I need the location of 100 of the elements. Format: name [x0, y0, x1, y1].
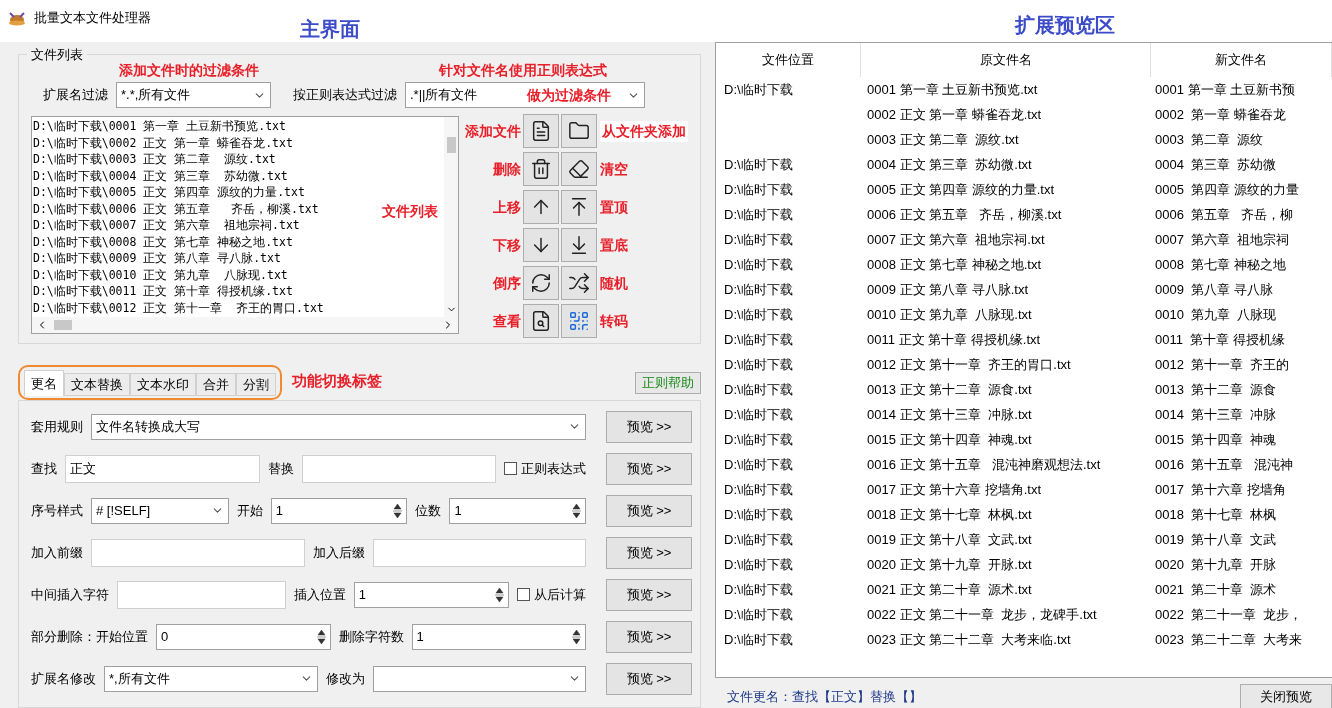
table-cell: D:\临时下载 — [724, 506, 793, 522]
delete-button[interactable] — [523, 152, 559, 186]
preview-button[interactable]: 预览 >> — [606, 620, 692, 653]
checkbox[interactable] — [504, 462, 517, 475]
field-label: 加入前缀 — [31, 543, 83, 562]
move-up-button[interactable] — [523, 190, 559, 224]
dropdown-field[interactable]: 文件名转换成大写 — [91, 413, 586, 440]
file-list-item[interactable]: D:\临时下载\0007 正文 第六章 祖地宗祠.txt — [32, 217, 300, 234]
preview-button[interactable]: 预览 >> — [606, 578, 692, 611]
move-down-button[interactable] — [523, 228, 559, 262]
file-list-item[interactable]: D:\临时下载\0011 正文 第十章 得授机缘.txt — [32, 283, 293, 300]
combo-value: *,所有文件 — [109, 669, 170, 688]
text-field[interactable]: 正文 — [65, 454, 260, 483]
clear-button[interactable] — [561, 152, 597, 186]
table-cell: 0007 正文 第六章 祖地宗祠.txt — [867, 231, 1045, 247]
add-folder-button[interactable] — [561, 114, 597, 148]
preview-button[interactable]: 预览 >> — [606, 536, 692, 569]
spin-arrows-icon — [572, 501, 581, 520]
text-field[interactable] — [301, 454, 496, 483]
field-label: 扩展名修改 — [31, 669, 96, 688]
random-button[interactable] — [561, 266, 597, 300]
tab[interactable]: 文本水印 — [130, 373, 196, 396]
column-header[interactable]: 文件位置 — [716, 43, 861, 77]
column-header[interactable]: 原文件名 — [861, 43, 1151, 77]
table-cell: 0009 第八章 寻八脉 — [1155, 281, 1273, 297]
field-label: 中间插入字符 — [31, 585, 109, 604]
checkbox[interactable] — [517, 588, 530, 601]
qr-code-icon — [568, 310, 590, 332]
tab[interactable]: 合并 — [196, 373, 236, 396]
add-file-button[interactable] — [523, 114, 559, 148]
spin-arrows-icon — [316, 627, 326, 646]
file-list-item[interactable]: D:\临时下载\0004 正文 第三章 苏幼微.txt — [32, 167, 288, 184]
encode-button[interactable] — [561, 304, 597, 338]
dropdown-field[interactable] — [372, 665, 586, 692]
file-list[interactable] — [31, 116, 459, 334]
annotation-text: 添加文件时的过滤条件 — [119, 61, 259, 78]
table-cell: 0003 第二章 源纹 — [1155, 131, 1264, 147]
annotation-text: 文件列表 — [382, 202, 438, 221]
annotation-text: 主界面 — [300, 17, 360, 42]
table-cell: 0006 正文 第五章 齐岳，柳溪.txt — [867, 206, 1062, 222]
checkbox-label: 正则表达式 — [521, 459, 586, 478]
file-list-item[interactable]: D:\临时下载\0010 正文 第九章 八脉现.txt — [32, 266, 288, 283]
extension-filter-dropdown[interactable]: *.*,所有文件 — [116, 82, 271, 108]
file-list-item[interactable]: D:\临时下载\0008 正文 第七章 神秘之地.txt — [32, 233, 293, 250]
refresh-icon — [530, 272, 552, 294]
vertical-scrollbar[interactable] — [444, 117, 458, 317]
table-cell: 0015 正文 第十四章 神魂.txt — [867, 431, 1032, 447]
annotation-text: 删除 — [492, 159, 521, 179]
table-cell: D:\临时下载 — [724, 456, 793, 472]
file-list-item[interactable]: D:\临时下载\0003 正文 第二章 源纹.txt — [32, 151, 276, 168]
table-cell: 0021 第二十章 源术 — [1155, 581, 1277, 597]
field-label: 扩展名过滤 — [43, 86, 108, 105]
text-field[interactable] — [91, 538, 305, 567]
regex-help-button[interactable]: 正则帮助 — [635, 372, 701, 394]
table-cell: 0005 第四章 源纹的力量 — [1155, 181, 1299, 197]
annotation-text: 上移 — [492, 197, 521, 217]
view-button[interactable] — [523, 304, 559, 338]
checkbox-label: 从后计算 — [534, 585, 586, 604]
column-header[interactable]: 新文件名 — [1151, 43, 1332, 77]
table-cell: 0007 第六章 祖地宗祠 — [1155, 231, 1290, 247]
horizontal-scrollbar[interactable] — [32, 317, 458, 333]
spin-field[interactable]: 1 — [449, 497, 586, 524]
tab[interactable]: 更名 — [24, 370, 64, 396]
spin-field[interactable]: 0 — [156, 623, 331, 650]
shuffle-icon — [568, 272, 590, 294]
table-cell: 0011 正文 第十章 得授机缘.txt — [867, 331, 1041, 347]
spin-field[interactable]: 1 — [270, 497, 408, 524]
file-list-item[interactable]: D:\临时下载\0009 正文 第八章 寻八脉.txt — [32, 250, 281, 267]
text-field[interactable] — [117, 580, 286, 609]
reverse-button[interactable] — [523, 266, 559, 300]
file-list-item[interactable]: D:\临时下载\0001 第一章 土豆新书预览.txt — [32, 118, 286, 135]
preview-button[interactable]: 预览 >> — [606, 662, 692, 695]
file-list-item[interactable]: D:\临时下载\0006 正文 第五章 齐岳，柳溪.txt — [32, 200, 319, 217]
table-cell: D:\临时下载 — [724, 156, 793, 172]
table-cell: 0009 正文 第八章 寻八脉.txt — [867, 281, 1029, 297]
preview-button[interactable]: 预览 >> — [606, 410, 692, 443]
move-top-button[interactable] — [561, 190, 597, 224]
table-cell: 0023 正文 第二十二章 大考来临.txt — [867, 631, 1071, 647]
field-label: 位数 — [415, 501, 442, 520]
text-field[interactable] — [372, 538, 586, 567]
file-list-item[interactable]: D:\临时下载\0012 正文 第十一章 齐王的胃口.txt — [32, 299, 324, 316]
spin-field[interactable]: 1 — [411, 623, 586, 650]
spin-field[interactable]: 1 — [353, 581, 509, 608]
scrollbar-thumb[interactable] — [446, 137, 456, 153]
table-cell: D:\临时下载 — [724, 331, 793, 347]
dropdown-field[interactable]: # [!SELF] — [91, 497, 229, 524]
tab[interactable]: 文本替换 — [64, 373, 130, 396]
file-list-item[interactable]: D:\临时下载\0002 正文 第一章 蟒雀吞龙.txt — [32, 134, 293, 151]
move-bottom-button[interactable] — [561, 228, 597, 262]
preview-button[interactable]: 预览 >> — [606, 494, 692, 527]
combo-value: .*||所有文件 — [410, 86, 478, 105]
table-cell: D:\临时下载 — [724, 281, 793, 297]
dropdown-field[interactable]: *,所有文件 — [104, 665, 318, 692]
scrollbar-thumb[interactable] — [54, 320, 72, 330]
table-cell: D:\临时下载 — [724, 431, 793, 447]
preview-button[interactable]: 预览 >> — [606, 452, 692, 485]
tab[interactable]: 分割 — [236, 373, 276, 396]
file-list-item[interactable]: D:\临时下载\0005 正文 第四章 源纹的力量.txt — [32, 184, 305, 201]
table-cell: 0018 第十七章 林枫 — [1155, 506, 1277, 522]
close-preview-button[interactable]: 关闭预览 — [1240, 684, 1332, 708]
